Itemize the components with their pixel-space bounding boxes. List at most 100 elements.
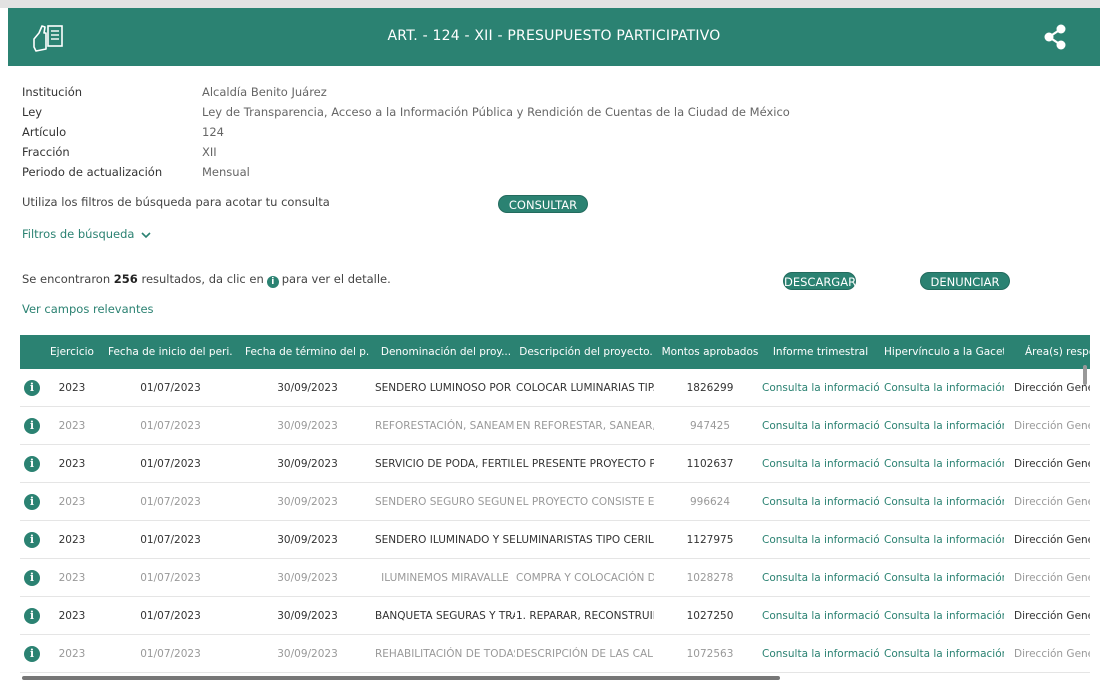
table-cell: Dirección Gene — [1014, 610, 1090, 622]
gaceta-link[interactable]: Consulta la información — [884, 369, 1004, 407]
table-row[interactable]: i 2023 01/07/2023 30/09/2023 BANQUETA SEGURA… — [20, 597, 1090, 635]
table-row[interactable]: i 2023 01/07/2023 30/09/2023 REHABILITACIÓN … — [20, 635, 1090, 673]
filter-hint: Utiliza los filtros de búsqueda para aco… — [22, 195, 330, 209]
info-panel: Institución Alcaldía Benito Juárez Ley Ley… — [22, 82, 790, 182]
informe-link[interactable]: Consulta la información — [762, 369, 879, 407]
page-header: ART. - 124 - XII - PRESUPUESTO PARTICIPA… — [8, 8, 1100, 66]
gaceta-link[interactable]: Consulta la información — [884, 521, 1004, 559]
info-row-articulo: Artículo 124 — [22, 122, 790, 142]
table-cell: Dirección Gene — [1014, 382, 1090, 394]
column-header[interactable]: Montos aprobados — [660, 335, 760, 369]
table-cell: 30/09/2023 — [277, 572, 338, 584]
column-header[interactable]: Denominación del proy... — [380, 335, 512, 369]
table-row[interactable]: i 2023 01/07/2023 30/09/2023 SENDERO SEGURO … — [20, 483, 1090, 521]
descargar-button[interactable]: DESCARGAR — [783, 272, 856, 290]
table-cell: 30/09/2023 — [277, 610, 338, 622]
info-icon[interactable]: i — [24, 608, 40, 624]
gaceta-link[interactable]: Consulta la información — [884, 483, 1004, 521]
table-cell: 1. REPARAR, RECONSTRUIR ... — [516, 610, 654, 622]
info-icon[interactable]: i — [24, 456, 40, 472]
table-cell: 30/09/2023 — [277, 496, 338, 508]
column-header[interactable]: Hipervínculo a la Gacet... — [884, 335, 1004, 369]
informe-link[interactable]: Consulta la información — [762, 445, 879, 483]
table-cell: SENDERO ILUMINADO Y SE... — [375, 534, 515, 546]
column-header[interactable]: Ejercicio — [48, 335, 96, 369]
table-cell: 1102637 — [686, 458, 734, 470]
informe-link[interactable]: Consulta la información — [762, 521, 879, 559]
gaceta-link[interactable]: Consulta la información — [884, 407, 1004, 445]
info-icon[interactable]: i — [24, 570, 40, 586]
table-cell: 2023 — [58, 458, 86, 470]
table-cell: Dirección Gene — [1014, 572, 1090, 584]
table-cell: Dirección Gene — [1014, 534, 1090, 546]
informe-link[interactable]: Consulta la información — [762, 635, 879, 673]
table-cell: 01/07/2023 — [140, 610, 201, 622]
column-header[interactable]: Área(s) respo — [1012, 335, 1090, 369]
results-table: Ejercicio Fecha de inicio del peri... Fe… — [20, 335, 1090, 675]
table-header: Ejercicio Fecha de inicio del peri... Fe… — [20, 335, 1090, 369]
gaceta-link[interactable]: Consulta la información — [884, 445, 1004, 483]
informe-link[interactable]: Consulta la información — [762, 597, 879, 635]
table-cell: EL PRESENTE PROYECTO PR... — [516, 458, 654, 470]
info-icon[interactable]: i — [24, 646, 40, 662]
table-cell: REFORESTACIÓN, SANEAMI... — [375, 420, 515, 432]
informe-link[interactable]: Consulta la información — [762, 407, 879, 445]
table-cell: DESCRIPCIÓN DE LAS CALL... — [516, 648, 654, 660]
denunciar-button[interactable]: DENUNCIAR — [920, 272, 1010, 290]
table-row[interactable]: i 2023 01/07/2023 30/09/2023 SENDERO ILUMINA… — [20, 521, 1090, 559]
info-label: Periodo de actualización — [22, 165, 163, 179]
informe-link[interactable]: Consulta la información — [762, 559, 879, 597]
ver-campos-link[interactable]: Ver campos relevantes — [22, 302, 154, 316]
consultar-button[interactable]: CONSULTAR — [498, 195, 588, 213]
info-icon[interactable]: i — [24, 380, 40, 396]
info-row-fraccion: Fracción XII — [22, 142, 790, 162]
gaceta-link[interactable]: Consulta la información — [884, 635, 1004, 673]
table-cell: 2023 — [58, 496, 86, 508]
column-header[interactable]: Descripción del proyecto. — [517, 335, 655, 369]
table-cell: 947425 — [689, 420, 731, 432]
informe-link[interactable]: Consulta la información — [762, 483, 879, 521]
window-top-bar — [0, 0, 1100, 8]
table-cell: BANQUETA SEGURAS Y TRA... — [375, 610, 515, 622]
vertical-scrollbar[interactable] — [1083, 365, 1087, 385]
table-row[interactable]: i 2023 01/07/2023 30/09/2023 SERVICIO DE POD… — [20, 445, 1090, 483]
table-row[interactable]: i 2023 01/07/2023 30/09/2023 ILUMINEMOS MIRA… — [20, 559, 1090, 597]
info-value: XII — [202, 145, 217, 159]
table-cell: 01/07/2023 — [140, 420, 201, 432]
chevron-down-icon — [141, 228, 151, 242]
column-header[interactable]: Fecha de término del p... — [245, 335, 370, 369]
column-header[interactable]: Fecha de inicio del peri... — [108, 335, 233, 369]
column-header[interactable]: Informe trimestral — [762, 335, 879, 369]
horizontal-scrollbar[interactable] — [22, 676, 780, 680]
table-row[interactable]: i 2023 01/07/2023 30/09/2023 REFORESTACIÓN, … — [20, 407, 1090, 445]
table-cell: 2023 — [58, 648, 86, 660]
table-cell: 1127975 — [686, 534, 734, 546]
info-value: Mensual — [202, 165, 250, 179]
share-icon[interactable] — [1040, 22, 1070, 52]
table-cell: 01/07/2023 — [140, 572, 201, 584]
info-row-ley: Ley Ley de Transparencia, Acceso a la Inf… — [22, 102, 790, 122]
table-cell: ILUMINEMOS MIRAVALLE — [381, 572, 509, 584]
table-cell: 30/09/2023 — [277, 382, 338, 394]
filtros-toggle[interactable]: Filtros de búsqueda — [22, 227, 151, 242]
info-label: Fracción — [22, 145, 70, 159]
info-label: Institución — [22, 85, 83, 99]
info-icon[interactable]: i — [24, 494, 40, 510]
info-icon[interactable]: i — [24, 532, 40, 548]
page-title: ART. - 124 - XII - PRESUPUESTO PARTICIPA… — [387, 28, 721, 44]
table-cell: 01/07/2023 — [140, 648, 201, 660]
info-row-institucion: Institución Alcaldía Benito Juárez — [22, 82, 790, 102]
table-cell: 01/07/2023 — [140, 458, 201, 470]
table-cell: 2023 — [58, 420, 86, 432]
results-middle: resultados, da clic en — [141, 272, 264, 286]
results-count: 256 — [113, 272, 138, 286]
gaceta-link[interactable]: Consulta la información — [884, 559, 1004, 597]
info-icon[interactable]: i — [24, 418, 40, 434]
info-value: Alcaldía Benito Juárez — [202, 85, 327, 99]
table-cell: LUMINARISTAS TIPO CERILL... — [516, 534, 654, 546]
table-cell: SENDERO LUMINOSO POR ... — [375, 382, 515, 394]
gaceta-link[interactable]: Consulta la información — [884, 597, 1004, 635]
table-cell: 01/07/2023 — [140, 382, 201, 394]
info-row-periodo: Periodo de actualización Mensual — [22, 162, 790, 182]
table-row[interactable]: i 2023 01/07/2023 30/09/2023 SENDERO LUMINOS… — [20, 369, 1090, 407]
